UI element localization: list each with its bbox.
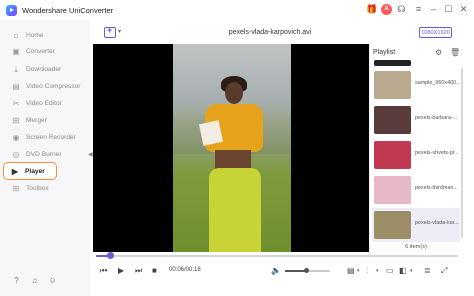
user-avatar-icon[interactable]: A xyxy=(381,4,392,15)
sidebar-item-label: Video Editor xyxy=(26,99,62,107)
sidebar-item-merger[interactable]: ⊞ Merger xyxy=(0,112,90,128)
sidebar-item-label: Merger xyxy=(26,116,47,124)
app-logo xyxy=(6,5,17,16)
fullscreen-icon[interactable]: ⤢ xyxy=(441,266,447,275)
playlist-thumb xyxy=(374,106,411,134)
grid-icon: ⊞ xyxy=(12,183,20,193)
video-frame xyxy=(173,44,291,252)
maximize-icon[interactable]: ☐ xyxy=(443,4,454,15)
playlist-item[interactable]: pexels-shvets-pr... xyxy=(372,138,460,172)
collapse-sidebar-icon[interactable]: ◀ xyxy=(88,151,93,158)
bell-icon[interactable]: ♫ xyxy=(29,275,40,286)
disc-icon: ◎ xyxy=(12,149,20,159)
sidebar-item-video-compressor[interactable]: ▤ Video Compressor xyxy=(0,78,90,94)
video-subject-head xyxy=(225,82,243,104)
playlist-thumb xyxy=(374,71,411,99)
chevron-down-icon[interactable]: ▾ xyxy=(410,268,413,274)
scissors-icon: ✂ xyxy=(12,98,20,108)
settings-icon[interactable]: ⚙ xyxy=(435,48,442,57)
sidebar-item-dvd-burner[interactable]: ◎ DVD Burner xyxy=(0,146,90,162)
sidebar-item-converter[interactable]: ▣ Converter xyxy=(0,43,90,59)
converter-icon: ▣ xyxy=(12,46,20,56)
minimize-icon[interactable]: – xyxy=(428,4,439,15)
sidebar-item-toolbox[interactable]: ⊞ Toolbox xyxy=(0,180,90,196)
playlist-count: 6 item(s) xyxy=(405,244,427,250)
time-display: 00:06/00:18 xyxy=(169,267,201,273)
playlist-item-selected[interactable]: pexels-vlada-kar... xyxy=(372,208,460,242)
sidebar-item-label: Converter xyxy=(26,47,55,55)
playlist-item-partial[interactable] xyxy=(372,60,460,68)
playlist-item[interactable]: pexels-barbara-... xyxy=(372,103,460,137)
stop-icon[interactable]: ■ xyxy=(152,266,157,275)
playlist-item-label: pexels-vlada-kar... xyxy=(415,220,459,226)
sidebar-item-player[interactable]: ▶ Player xyxy=(3,162,57,180)
trash-icon[interactable]: 🗑 xyxy=(450,48,460,57)
sidebar-item-downloader[interactable]: ⤓ Downloader xyxy=(0,61,90,77)
sidebar-item-label: Toolbox xyxy=(26,184,49,192)
sidebar-item-label: Downloader xyxy=(26,65,62,73)
sidebar-item-label: Player xyxy=(25,167,45,175)
sidebar-item-home[interactable]: ⌂ Home xyxy=(0,27,90,43)
playlist-thumb xyxy=(374,141,411,169)
playlist-thumb xyxy=(374,211,411,239)
sidebar-item-screen-recorder[interactable]: ◉ Screen Recorder xyxy=(0,129,90,145)
playlist-thumb xyxy=(374,176,411,204)
playlist-item[interactable]: pexels-thirdman... xyxy=(372,173,460,207)
close-icon[interactable]: ✕ xyxy=(458,4,469,15)
volume-icon[interactable]: 🔈 xyxy=(271,266,281,275)
playlist-item-label: pexels-barbara-... xyxy=(415,115,458,121)
playlist-item[interactable]: sample_960x400... xyxy=(372,68,461,102)
app-title: Wondershare UniConverter xyxy=(22,6,114,15)
playlist-scrollbar[interactable] xyxy=(461,68,463,238)
help-icon[interactable]: ? xyxy=(11,275,22,286)
volume-level xyxy=(285,270,306,272)
screenshot-icon[interactable]: ◧ xyxy=(399,266,407,275)
audio-track-icon[interactable]: ⫶ xyxy=(366,266,368,275)
video-subject-waist xyxy=(215,150,251,170)
video-player[interactable] xyxy=(93,44,369,252)
title-bar: Wondershare UniConverter 🎁 A ☊ ≡ – ☐ ✕ xyxy=(0,0,474,20)
playlist-item-label: pexels-thirdman... xyxy=(415,185,458,191)
seek-bar[interactable] xyxy=(96,255,458,257)
next-icon[interactable]: ⏭ xyxy=(135,266,142,275)
play-icon: ▶ xyxy=(11,166,19,176)
playlist-item-label: pexels-shvets-pr... xyxy=(415,150,459,156)
volume-handle[interactable] xyxy=(304,268,309,273)
headset-icon[interactable]: ☊ xyxy=(396,4,407,15)
chevron-down-icon[interactable]: ▾ xyxy=(118,28,121,35)
playlist-item-label: sample_960x400... xyxy=(415,80,461,86)
playlist-title: Playlist xyxy=(373,49,396,56)
list-icon[interactable]: ≣ xyxy=(424,266,431,275)
sidebar-item-video-editor[interactable]: ✂ Video Editor xyxy=(0,95,90,111)
home-icon: ⌂ xyxy=(13,30,19,40)
sidebar-item-label: Home xyxy=(26,31,44,39)
file-title: pexels-vlada-karpovich.avi xyxy=(228,29,312,36)
menu-icon[interactable]: ≡ xyxy=(413,4,424,15)
chevron-down-icon[interactable]: ▾ xyxy=(376,268,379,274)
sidebar-item-label: Video Compressor xyxy=(26,82,81,90)
previous-icon[interactable]: ⏮ xyxy=(100,266,107,275)
subtitle-icon[interactable]: ▤ xyxy=(347,266,355,275)
seek-handle[interactable] xyxy=(107,252,115,259)
sidebar-item-label: Screen Recorder xyxy=(26,133,76,141)
record-icon: ◉ xyxy=(12,132,20,142)
video-subject-legs xyxy=(209,168,261,252)
video-subject-bag xyxy=(198,120,224,146)
merge-icon: ⊞ xyxy=(12,115,20,125)
downloader-icon: ⤓ xyxy=(14,64,18,74)
add-file-icon[interactable] xyxy=(104,25,116,38)
chevron-down-icon[interactable]: ▾ xyxy=(357,268,360,274)
compress-icon: ▤ xyxy=(12,81,20,91)
gift-icon[interactable]: 🎁 xyxy=(366,4,377,15)
playlist-thumb xyxy=(374,60,411,66)
resolution-badge: 1080X1920 xyxy=(419,27,452,38)
sidebar-item-label: DVD Burner xyxy=(26,150,62,158)
play-button-icon[interactable]: ▶ xyxy=(118,266,124,275)
feedback-icon[interactable]: ☺ xyxy=(47,275,58,286)
aspect-ratio-icon[interactable]: ▭ xyxy=(386,266,394,275)
